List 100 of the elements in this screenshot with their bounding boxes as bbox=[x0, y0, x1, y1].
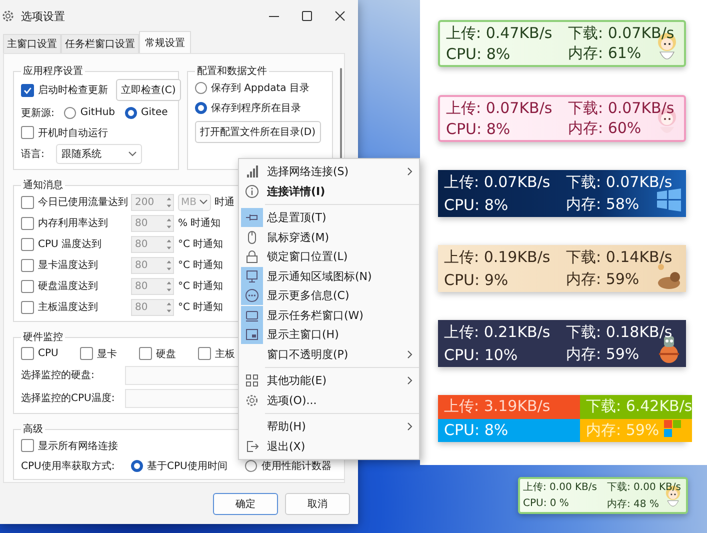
field-label: 更新源: bbox=[21, 106, 54, 120]
checkbox[interactable] bbox=[21, 238, 34, 250]
checkbox[interactable] bbox=[21, 196, 34, 208]
upload-speed: 上传: 0.07KB/s bbox=[444, 172, 550, 192]
tab[interactable]: 常规设置 bbox=[139, 31, 191, 53]
memory-usage: 内存: 59% bbox=[566, 345, 640, 364]
upload-speed: 上传: 0.00 KB/s bbox=[523, 480, 597, 494]
cpu-usage: CPU: 8% bbox=[438, 418, 580, 442]
tab[interactable]: 主窗口设置 bbox=[3, 34, 61, 53]
cpu-usage: CPU: 8% bbox=[444, 196, 508, 214]
cpu-usage: CPU: 8% bbox=[446, 44, 510, 63]
radio-label[interactable]: 保存到 Appdata 目录 bbox=[211, 80, 310, 94]
checkbox[interactable] bbox=[80, 347, 93, 360]
checkbox-label[interactable]: 开机时自动运行 bbox=[38, 126, 108, 140]
field-label: 时通 bbox=[214, 196, 234, 209]
menu-item[interactable]: 显示通知区域图标(N) bbox=[239, 266, 419, 286]
cpu-usage: CPU: 8% bbox=[446, 120, 510, 138]
upload-speed: 上传: 0.21KB/s bbox=[444, 322, 550, 342]
checkbox-label[interactable]: 硬盘温度达到 bbox=[38, 279, 98, 293]
group-title: 通知消息 bbox=[22, 178, 64, 192]
checkbox[interactable] bbox=[21, 280, 34, 292]
field-label: % 时通知 bbox=[178, 216, 221, 230]
checkbox-label[interactable]: 显卡温度达到 bbox=[38, 258, 98, 272]
upload-speed: 上传: 3.19KB/s bbox=[438, 395, 580, 418]
download-speed: 下载: 0.18KB/s bbox=[566, 322, 672, 342]
window-title: 选项设置 bbox=[21, 8, 65, 24]
checkbox[interactable] bbox=[21, 258, 34, 272]
checkbox-label[interactable]: CPU 温度达到 bbox=[38, 237, 102, 251]
menu-item[interactable]: 退出(X) bbox=[239, 436, 419, 456]
menu-item[interactable]: 连接详情(I) bbox=[239, 182, 419, 201]
maximize-icon[interactable] bbox=[301, 10, 313, 22]
menu-item[interactable]: 鼠标穿透(M) bbox=[239, 228, 419, 247]
check-now-button[interactable]: 立即检查(C) bbox=[116, 79, 181, 101]
checkbox-label[interactable]: 硬盘 bbox=[156, 346, 176, 360]
radio-label[interactable]: 基于CPU使用时间 bbox=[147, 458, 228, 472]
field-label: °C 时通知 bbox=[178, 280, 224, 293]
checkbox[interactable] bbox=[21, 126, 34, 139]
checkbox-label[interactable]: 今日已使用流量达到 bbox=[38, 195, 128, 209]
checkbox-label[interactable]: 内存利用率达到 bbox=[38, 216, 108, 230]
radio-button[interactable] bbox=[131, 460, 143, 472]
menu-item[interactable]: 显示任务栏窗口(W) bbox=[239, 306, 419, 325]
ok-button[interactable]: 确定 bbox=[213, 493, 278, 515]
checkbox[interactable] bbox=[21, 439, 34, 452]
checkbox-label[interactable]: CPU bbox=[38, 348, 58, 359]
checkbox[interactable] bbox=[21, 300, 34, 314]
radio-label[interactable]: Gitee bbox=[141, 107, 168, 118]
scrollbar[interactable] bbox=[340, 68, 342, 160]
checkbox-label[interactable]: 启动时检查更新 bbox=[38, 83, 108, 97]
menu-item[interactable]: 总是置顶(T) bbox=[239, 208, 419, 228]
field-label: 语言: bbox=[21, 148, 44, 161]
checkbox-label[interactable]: 主板 bbox=[215, 346, 235, 360]
group-title: 应用程序设置 bbox=[22, 64, 84, 78]
menu-item[interactable]: 窗口不透明度(P) bbox=[239, 344, 419, 364]
radio-label[interactable]: 使用性能计数器 bbox=[261, 458, 332, 472]
radio-button[interactable] bbox=[64, 106, 76, 118]
field-label: CPU使用率获取方式: bbox=[21, 460, 116, 472]
radio-button[interactable] bbox=[245, 460, 258, 472]
group-title: 配置和数据文件 bbox=[196, 64, 268, 78]
memory-usage: 内存: 59% bbox=[566, 270, 640, 290]
radio-button[interactable] bbox=[195, 82, 207, 94]
checkbox[interactable] bbox=[139, 347, 152, 360]
memory-usage: 内存: 61% bbox=[568, 44, 642, 64]
caret-icon bbox=[128, 150, 138, 158]
download-speed: 下载: 0.07KB/s bbox=[566, 172, 672, 192]
checkbox-label[interactable]: 显卡 bbox=[97, 346, 117, 360]
memory-usage: 内存: 60% bbox=[568, 119, 642, 138]
open-folder-button[interactable]: 打开配置文件所在目录(D) bbox=[195, 121, 321, 143]
memory-usage: 内存: 48 % bbox=[607, 498, 659, 511]
checkbox[interactable] bbox=[21, 84, 34, 96]
radio-label[interactable]: GitHub bbox=[80, 107, 116, 118]
menu-item[interactable]: 其他功能(E) bbox=[239, 371, 419, 390]
download-speed: 下载: 0.07KB/s bbox=[568, 24, 674, 43]
checkbox-label[interactable]: 主板温度达到 bbox=[38, 300, 98, 314]
group-title: 硬件监控 bbox=[22, 331, 64, 344]
tab[interactable]: 任务栏窗口设置 bbox=[61, 34, 139, 53]
upload-speed: 上传: 0.07KB/s bbox=[446, 98, 552, 118]
menu-item[interactable]: 锁定窗口位置(L) bbox=[239, 247, 419, 266]
language-dropdown[interactable]: 跟随系统 bbox=[56, 144, 142, 164]
download-speed: 下载: 0.14KB/s bbox=[566, 248, 672, 267]
download-speed: 下载: 0.07KB/s bbox=[568, 98, 674, 118]
menu-item[interactable]: 显示主窗口(H) bbox=[239, 325, 419, 344]
field-label: °C 时通知 bbox=[178, 238, 224, 251]
close-icon[interactable] bbox=[334, 10, 346, 22]
checkbox[interactable] bbox=[21, 216, 34, 230]
cancel-button[interactable]: 取消 bbox=[285, 493, 350, 515]
menu-item[interactable]: 选项(O)... bbox=[239, 390, 419, 410]
checkbox-label[interactable]: 显示所有网络连接 bbox=[38, 438, 118, 452]
menu-item[interactable]: 显示更多信息(C) bbox=[239, 286, 419, 306]
radio-button[interactable] bbox=[125, 106, 138, 118]
download-speed: 下载: 0.00 KB/s bbox=[607, 480, 681, 494]
radio-button[interactable] bbox=[195, 102, 207, 114]
checkbox[interactable] bbox=[21, 347, 34, 360]
gear-icon bbox=[1, 9, 15, 23]
upload-speed: 上传: 0.47KB/s bbox=[446, 24, 552, 43]
cpu-usage: CPU: 9% bbox=[444, 270, 508, 289]
menu-item[interactable]: 选择网络连接(S) bbox=[239, 162, 419, 182]
caret-icon bbox=[198, 198, 208, 206]
checkbox[interactable] bbox=[198, 347, 211, 360]
radio-label[interactable]: 保存到程序所在目录 bbox=[211, 100, 301, 114]
menu-item[interactable]: 帮助(H) bbox=[239, 417, 419, 436]
